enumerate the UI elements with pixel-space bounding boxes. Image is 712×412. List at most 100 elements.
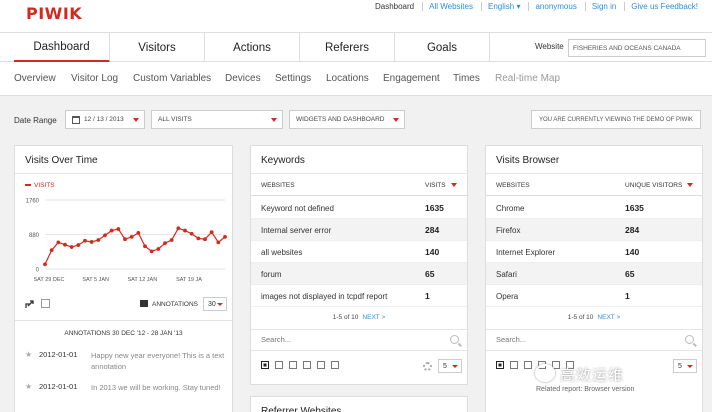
table-row[interactable]: Safari 65	[486, 263, 702, 285]
widget-title[interactable]: Visits Browser	[486, 146, 702, 174]
data-point[interactable]	[43, 262, 47, 267]
table-row[interactable]: Keyword not defined 1635	[251, 197, 467, 219]
subnav-times[interactable]: Times	[453, 73, 480, 84]
row-limit-select[interactable]: 5	[673, 359, 697, 373]
search-input[interactable]	[261, 335, 411, 344]
language-selector[interactable]: English ▾	[480, 2, 526, 11]
subnav-engagement[interactable]: Engagement	[383, 73, 440, 84]
table-row[interactable]: Chrome 1635	[486, 197, 702, 219]
data-point[interactable]	[56, 240, 61, 245]
table-more-icon[interactable]	[275, 361, 283, 369]
star-icon[interactable]: ★	[25, 382, 32, 391]
table-row[interactable]: Internet Explorer 140	[486, 241, 702, 263]
row-value: 140	[625, 247, 640, 257]
search-input[interactable]	[496, 335, 646, 344]
data-point[interactable]	[143, 244, 147, 249]
table-view-icon[interactable]	[261, 361, 269, 369]
tab-goals[interactable]: Goals	[395, 33, 490, 62]
data-point[interactable]	[96, 238, 101, 242]
data-point[interactable]	[223, 234, 227, 239]
column-header-label[interactable]: WEBSITES	[261, 182, 295, 189]
top-link-all-websites[interactable]: All Websites	[422, 2, 479, 11]
data-point[interactable]	[203, 237, 207, 242]
visits-line-chart[interactable]: 0 880 1760 SAT 29 DEC SAT 5 JAN SAT 12 JAN SAT…	[15, 192, 234, 297]
data-point[interactable]	[89, 240, 94, 244]
table-row[interactable]: Firefox 284	[486, 219, 702, 241]
subnav-real-time-map[interactable]: Real-time Map	[495, 73, 560, 84]
tab-referers[interactable]: Referers	[300, 33, 395, 62]
table-row[interactable]: Internal server error 284	[251, 219, 467, 241]
table-row[interactable]: Opera 1	[486, 285, 702, 307]
goals-view-icon[interactable]	[524, 361, 532, 369]
next-page-link[interactable]: NEXT >	[597, 314, 620, 321]
data-point[interactable]	[156, 247, 161, 251]
top-link-user[interactable]: anonymous	[528, 2, 582, 11]
subnav-settings[interactable]: Settings	[275, 73, 311, 84]
column-header-unique-visitors[interactable]: UNIQUE VISITORS	[625, 182, 694, 189]
column-header-visits[interactable]: VISITS	[425, 182, 457, 189]
sign-in-link[interactable]: Sign in	[584, 2, 622, 11]
subnav-locations[interactable]: Locations	[326, 73, 369, 84]
data-point[interactable]	[209, 230, 214, 235]
table-row[interactable]: all websites 140	[251, 241, 467, 263]
related-report[interactable]: Related report: Browser version	[536, 386, 634, 393]
data-point[interactable]	[216, 240, 221, 245]
data-point[interactable]	[163, 241, 167, 246]
data-point[interactable]	[129, 234, 134, 239]
search-icon[interactable]	[450, 335, 459, 344]
chart-legend-visits[interactable]: VISITS	[25, 182, 55, 189]
feedback-link[interactable]: Give us Feedback!	[624, 2, 704, 11]
tab-dashboard[interactable]: Dashboard	[14, 33, 110, 63]
star-icon[interactable]: ★	[25, 350, 32, 359]
data-point[interactable]	[83, 238, 87, 243]
piwik-logo[interactable]: PIWIK	[26, 4, 82, 23]
bar-chart-icon[interactable]	[303, 361, 311, 369]
goals-view-icon[interactable]	[289, 361, 297, 369]
data-point[interactable]	[123, 237, 127, 242]
search-icon[interactable]	[685, 335, 694, 344]
data-point[interactable]	[49, 248, 54, 253]
annotations-toggle[interactable]: ANNOTATIONS	[152, 301, 198, 308]
data-point[interactable]	[196, 236, 201, 241]
table-row[interactable]: images not displayed in tcpdf report 1	[251, 285, 467, 307]
widget-title[interactable]: Visits Over Time	[15, 146, 232, 174]
top-link-dashboard[interactable]: Dashboard	[369, 2, 420, 11]
tab-actions[interactable]: Actions	[205, 33, 300, 62]
data-point[interactable]	[69, 245, 74, 249]
segment-selector[interactable]: ALL VISITS	[151, 110, 283, 129]
data-point[interactable]	[76, 243, 81, 247]
data-point[interactable]	[116, 227, 121, 231]
data-point[interactable]	[63, 242, 67, 247]
data-point[interactable]	[136, 231, 141, 235]
subnav-devices[interactable]: Devices	[225, 73, 261, 84]
annotations-icon[interactable]	[140, 300, 148, 307]
data-point[interactable]	[176, 226, 181, 231]
table-row[interactable]: forum 65	[251, 263, 467, 285]
image-export-icon[interactable]	[41, 299, 50, 308]
subnav-custom-variables[interactable]: Custom Variables	[133, 73, 211, 84]
data-point[interactable]	[189, 231, 194, 236]
column-header-label[interactable]: WEBSITES	[496, 182, 530, 189]
data-point[interactable]	[169, 238, 174, 242]
pie-chart-icon[interactable]	[317, 361, 325, 369]
period-limit-select[interactable]: 30	[203, 297, 227, 311]
data-point[interactable]	[109, 228, 114, 233]
subnav-visitor-log[interactable]: Visitor Log	[71, 73, 118, 84]
tab-visitors[interactable]: Visitors	[110, 33, 205, 62]
data-point[interactable]	[183, 228, 187, 233]
widget-title[interactable]: Referrer Websites	[251, 397, 467, 412]
next-page-link[interactable]: NEXT >	[362, 314, 385, 321]
export-icon[interactable]	[25, 299, 35, 311]
data-point[interactable]	[149, 249, 154, 254]
website-selector[interactable]: FISHERIES AND OCEANS CANADA	[568, 39, 706, 57]
table-more-icon[interactable]	[510, 361, 518, 369]
subnav-overview[interactable]: Overview	[14, 73, 56, 84]
widget-title[interactable]: Keywords	[251, 146, 467, 174]
gear-icon[interactable]	[423, 362, 432, 371]
table-view-icon[interactable]	[496, 361, 504, 369]
dashboard-menu[interactable]: WIDGETS AND DASHBOARD	[289, 110, 405, 129]
row-limit-select[interactable]: 5	[438, 359, 462, 373]
data-point[interactable]	[103, 233, 107, 238]
date-picker[interactable]: 12 / 13 / 2013	[65, 110, 145, 129]
tag-cloud-icon[interactable]	[331, 361, 339, 369]
